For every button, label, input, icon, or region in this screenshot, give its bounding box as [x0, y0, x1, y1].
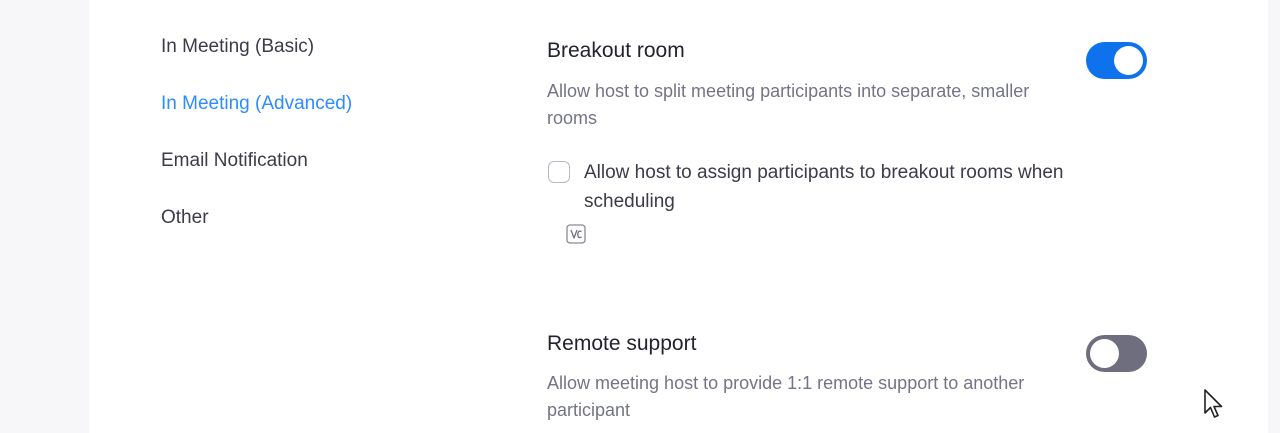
- right-gutter: [1268, 0, 1280, 433]
- sidebar-item-email-notification[interactable]: Email Notification: [161, 150, 308, 172]
- toggle-knob: [1090, 339, 1119, 368]
- remote-support-description: Allow meeting host to provide 1:1 remote…: [547, 373, 1025, 420]
- breakout-room-description: Allow host to split meeting participants…: [547, 81, 1030, 128]
- breakout-room-toggle[interactable]: [1086, 42, 1147, 79]
- settings-panel: In Meeting (Basic) In Meeting (Advanced)…: [89, 0, 1268, 433]
- assign-participants-checkbox[interactable]: [548, 161, 570, 183]
- remote-support-toggle[interactable]: [1086, 335, 1147, 372]
- remote-support-title: Remote support: [547, 332, 697, 355]
- toggle-knob: [1114, 46, 1143, 75]
- breakout-room-title: Breakout room: [547, 39, 685, 62]
- mouse-cursor-icon: [1204, 389, 1223, 418]
- sidebar-item-in-meeting-basic[interactable]: In Meeting (Basic): [161, 36, 314, 58]
- assign-participants-label[interactable]: Allow host to assign participants to bre…: [584, 158, 1084, 216]
- video-badge-icon: [566, 224, 586, 244]
- sidebar-item-other[interactable]: Other: [161, 207, 209, 229]
- left-gutter: [0, 0, 89, 433]
- sidebar-item-in-meeting-advanced[interactable]: In Meeting (Advanced): [161, 93, 352, 115]
